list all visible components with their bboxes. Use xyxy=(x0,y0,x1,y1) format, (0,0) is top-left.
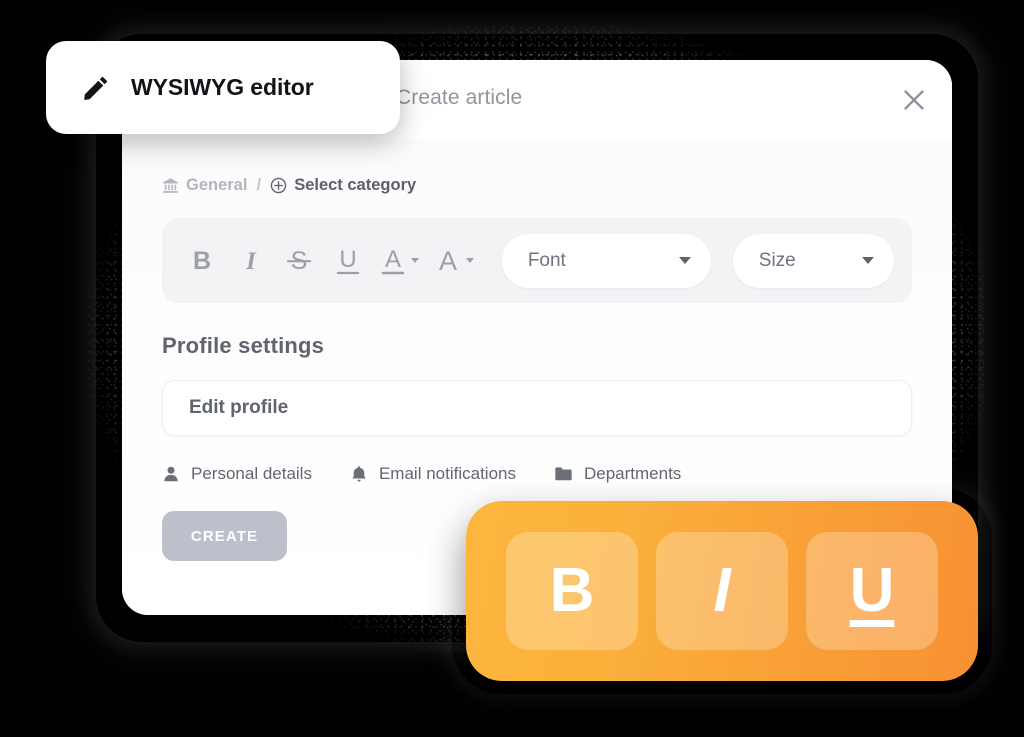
svg-text:U: U xyxy=(339,246,356,273)
svg-text:B: B xyxy=(193,247,211,275)
breadcrumb-item-general[interactable]: General xyxy=(162,176,247,195)
chevron-down-icon xyxy=(861,257,874,264)
chevron-down-icon xyxy=(410,258,419,263)
text-color-button[interactable]: A xyxy=(374,234,425,288)
screenshot-root: Create article General / Select category… xyxy=(0,0,1024,737)
strikethrough-button[interactable]: S xyxy=(277,234,321,288)
close-icon[interactable] xyxy=(897,83,931,117)
meta-item-personal-details[interactable]: Personal details xyxy=(162,464,312,484)
folder-icon xyxy=(554,465,573,483)
highlight-color-button[interactable]: A xyxy=(429,234,480,288)
meta-label: Email notifications xyxy=(378,464,516,483)
svg-text:I: I xyxy=(245,248,257,275)
breadcrumb-general-label: General xyxy=(186,175,248,194)
bell-icon xyxy=(350,465,368,483)
breadcrumb-select-category-label: Select category xyxy=(294,175,417,194)
chevron-down-icon xyxy=(465,258,474,263)
size-select[interactable]: Size xyxy=(732,233,894,288)
underline-button[interactable]: U xyxy=(325,234,369,288)
floating-italic-button[interactable]: I xyxy=(656,532,788,650)
floating-format-toolbar: B I U xyxy=(466,501,978,681)
italic-icon: I xyxy=(713,556,731,625)
edit-profile-input[interactable]: Edit profile xyxy=(162,380,912,436)
wysiwyg-editor-badge: WYSIWYG editor xyxy=(46,41,400,134)
meta-label: Departments xyxy=(583,464,682,483)
wysiwyg-editor-badge-label: WYSIWYG editor xyxy=(131,74,314,100)
size-select-label: Size xyxy=(758,249,796,271)
meta-item-departments[interactable]: Departments xyxy=(554,464,681,484)
font-select[interactable]: Font xyxy=(501,233,711,288)
svg-text:A: A xyxy=(385,246,401,273)
floating-underline-button[interactable]: U xyxy=(806,532,938,650)
svg-text:A: A xyxy=(439,246,457,276)
meta-item-email-notifications[interactable]: Email notifications xyxy=(350,464,516,484)
edit-profile-value: Edit profile xyxy=(189,397,289,418)
underline-icon: U xyxy=(849,556,895,625)
page-title: Create article xyxy=(396,86,523,109)
create-button[interactable]: CREATE xyxy=(162,511,287,561)
breadcrumb-item-select-category[interactable]: Select category xyxy=(270,176,416,195)
meta-links-row: Personal details Email notifications Dep… xyxy=(162,464,912,484)
plus-circle-icon xyxy=(270,177,287,194)
breadcrumb: General / Select category xyxy=(162,139,912,195)
section-title: Profile settings xyxy=(162,333,325,358)
bold-icon: B xyxy=(549,556,595,625)
meta-label: Personal details xyxy=(191,464,312,483)
create-button-label: CREATE xyxy=(190,527,259,545)
italic-button[interactable]: I xyxy=(228,234,272,288)
floating-bold-button[interactable]: B xyxy=(506,532,638,650)
chevron-down-icon xyxy=(678,257,691,264)
pencil-icon xyxy=(82,74,110,102)
bold-button[interactable]: B xyxy=(180,234,224,288)
bank-icon xyxy=(162,177,179,194)
person-icon xyxy=(162,465,180,483)
breadcrumb-separator: / xyxy=(256,175,262,194)
font-select-label: Font xyxy=(527,249,566,271)
formatting-toolbar: B I S U A A Font Size xyxy=(162,218,912,303)
